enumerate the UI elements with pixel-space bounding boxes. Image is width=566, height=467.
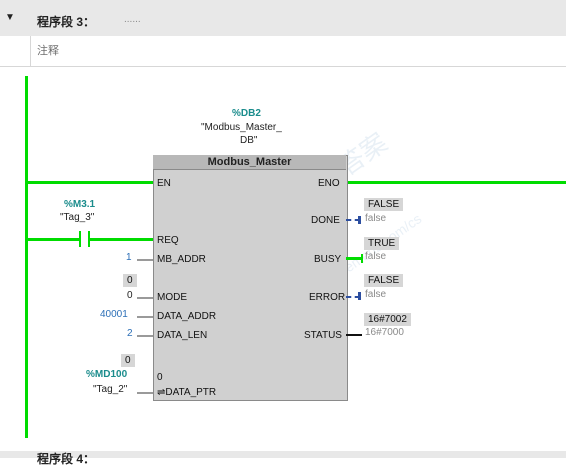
pin-eno: ENO — [318, 178, 340, 189]
done-monitor-box: FALSE — [364, 198, 404, 211]
data-len-wire — [137, 335, 153, 337]
mb-addr-value[interactable]: 1 — [126, 252, 132, 263]
busy-monitor-box: TRUE — [364, 237, 400, 250]
pin-data-addr: DATA_ADDR — [157, 311, 217, 322]
comment-divider — [30, 36, 31, 66]
instance-db-name-1[interactable]: "Modbus_Master_ — [201, 122, 282, 133]
pin-data-ptr: ⇌DATA_PTR — [157, 387, 217, 398]
block-title: Modbus_Master — [153, 155, 346, 170]
mode-monitor-box: 0 — [123, 274, 137, 287]
mb-addr-wire — [137, 259, 153, 261]
contact-address[interactable]: %M3.1 — [64, 199, 95, 210]
error-wire-end — [358, 292, 361, 300]
done-value[interactable]: false — [365, 213, 386, 224]
modbus-master-block[interactable] — [153, 155, 348, 401]
data-ptr-tag[interactable]: "Tag_2" — [93, 384, 127, 395]
segment-comment[interactable]: 注释 — [37, 42, 59, 58]
pin-en: EN — [157, 178, 171, 189]
en-wire — [28, 181, 153, 184]
status-value[interactable]: 16#7000 — [365, 327, 404, 338]
next-segment-title: 程序段 4： — [37, 452, 96, 466]
req-wire-left — [28, 238, 80, 241]
data-ptr-monitor-box: 0 — [121, 354, 135, 367]
data-ptr-wire — [137, 392, 153, 394]
pin-mode: MODE — [157, 292, 187, 303]
data-addr-wire — [137, 316, 153, 318]
pin-req: REQ — [157, 235, 179, 246]
contact-left-bar — [79, 231, 81, 247]
pin-error: ERROR — [309, 292, 346, 303]
segment-title: 程序段 3： — [37, 15, 96, 29]
data-ptr-address[interactable]: %MD100 — [86, 369, 127, 380]
pin-status: STATUS — [304, 330, 342, 341]
pin-mb-addr: MB_ADDR — [157, 254, 206, 265]
status-monitor-box: 16#7002 — [364, 313, 411, 326]
status-wire — [346, 334, 362, 336]
pin-data-len: DATA_LEN — [157, 330, 208, 341]
req-wire-right — [90, 238, 153, 241]
busy-wire-end — [361, 254, 363, 263]
busy-wire — [346, 257, 362, 260]
collapse-arrow-icon[interactable]: ▼ — [5, 12, 15, 23]
data-len-value[interactable]: 2 — [127, 328, 133, 339]
comment-row[interactable] — [0, 36, 566, 67]
mode-wire — [137, 297, 153, 299]
eno-wire — [346, 181, 566, 184]
pin-data-ptr-value: 0 — [157, 372, 163, 383]
busy-value[interactable]: false — [365, 251, 386, 262]
error-value[interactable]: false — [365, 289, 386, 300]
pin-done: DONE — [311, 215, 340, 226]
mode-value[interactable]: 0 — [127, 290, 133, 301]
contact-tag[interactable]: "Tag_3" — [60, 212, 94, 223]
instance-db-address[interactable]: %DB2 — [232, 108, 261, 119]
pin-busy: BUSY — [314, 254, 342, 265]
data-addr-value[interactable]: 40001 — [100, 309, 128, 320]
error-monitor-box: FALSE — [364, 274, 404, 287]
segment-title-placeholder[interactable]: ...... — [124, 14, 141, 25]
done-wire-end — [358, 216, 361, 224]
left-power-rail — [25, 76, 28, 438]
instance-db-name-2[interactable]: DB" — [240, 135, 257, 146]
